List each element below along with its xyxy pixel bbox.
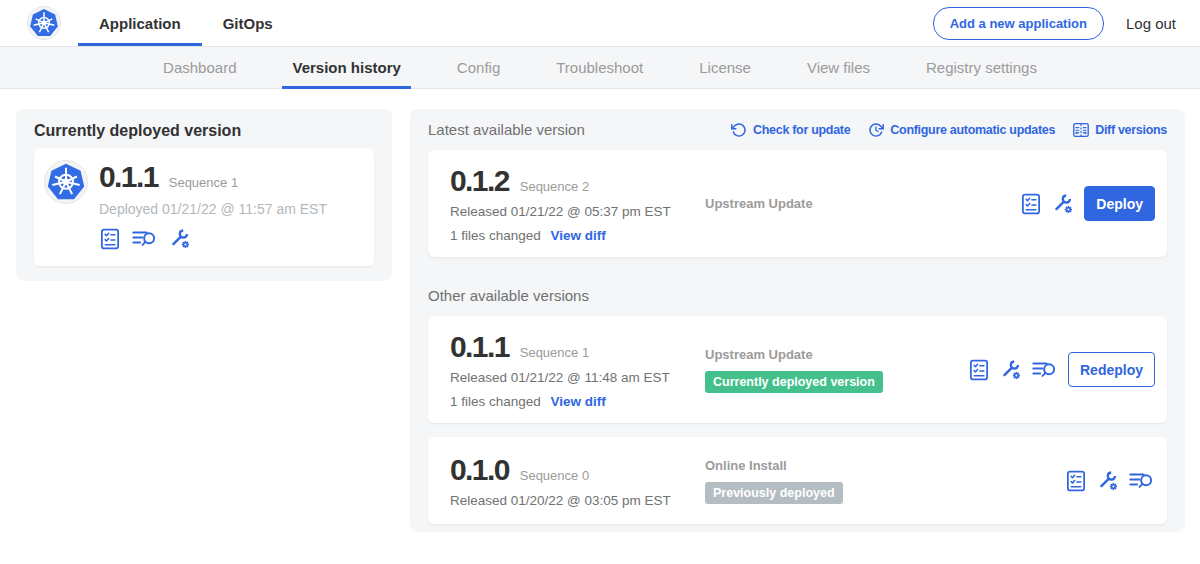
currently-deployed-title: Currently deployed version <box>34 122 374 140</box>
version-source: Upstream Update <box>705 347 968 362</box>
deployed-version-card: 0.1.1 Sequence 1 Deployed 01/21/22 @ 11:… <box>34 148 374 266</box>
sequence-label: Sequence 2 <box>520 180 589 194</box>
previously-deployed-badge: Previously deployed <box>705 482 843 504</box>
version-row-0.1.2: 0.1.2 Sequence 2 Released 01/21/22 @ 05:… <box>428 150 1167 257</box>
diff-versions-label: Diff versions <box>1095 123 1167 137</box>
subnav-license[interactable]: License <box>689 47 761 88</box>
view-logs-icon[interactable] <box>1032 359 1058 381</box>
files-changed: 1 files changed <box>450 228 541 243</box>
released-date: Released 01/21/22 @ 05:37 pm EST <box>450 204 705 219</box>
currently-deployed-badge: Currently deployed version <box>705 371 883 393</box>
add-application-button[interactable]: Add a new application <box>933 7 1104 40</box>
subnav-dashboard[interactable]: Dashboard <box>153 47 246 88</box>
version-row-0.1.1: 0.1.1 Sequence 1 Released 01/21/22 @ 11:… <box>428 316 1167 423</box>
subnav-troubleshoot[interactable]: Troubleshoot <box>546 47 653 88</box>
files-changed: 1 files changed <box>450 394 541 409</box>
preflight-checklist-icon[interactable] <box>1020 193 1042 215</box>
subnav-config[interactable]: Config <box>447 47 510 88</box>
version-number: 0.1.0 <box>450 453 509 486</box>
sequence-label: Sequence 0 <box>520 469 589 483</box>
view-logs-icon[interactable] <box>1129 470 1155 492</box>
view-logs-icon[interactable] <box>132 228 158 250</box>
tab-application[interactable]: Application <box>78 0 202 46</box>
latest-available-title: Latest available version <box>428 121 585 138</box>
version-number: 0.1.2 <box>450 164 509 197</box>
refresh-icon <box>731 122 747 138</box>
subnav-version-history[interactable]: Version history <box>282 47 410 88</box>
edit-config-wrench-icon[interactable] <box>169 228 191 250</box>
check-for-update-link[interactable]: Check for update <box>731 122 850 138</box>
kubernetes-app-icon <box>45 161 87 203</box>
edit-config-wrench-icon[interactable] <box>1000 359 1022 381</box>
version-row-0.1.0: 0.1.0 Sequence 0 Released 01/20/22 @ 03:… <box>428 437 1167 524</box>
kubernetes-logo[interactable] <box>27 6 61 40</box>
logout-button[interactable]: Log out <box>1126 15 1176 32</box>
view-diff-link[interactable]: View diff <box>551 394 606 409</box>
app-subnav: Dashboard Version history Config Trouble… <box>0 46 1200 89</box>
redeploy-button[interactable]: Redeploy <box>1068 352 1155 387</box>
configure-automatic-updates-label: Configure automatic updates <box>890 123 1055 137</box>
diff-icon <box>1073 122 1089 138</box>
check-for-update-label: Check for update <box>753 123 850 137</box>
preflight-checklist-icon[interactable] <box>1065 470 1087 492</box>
released-date: Released 01/21/22 @ 11:48 am EST <box>450 370 705 385</box>
edit-config-wrench-icon[interactable] <box>1052 193 1074 215</box>
tab-gitops-label: GitOps <box>223 15 273 32</box>
preflight-checklist-icon[interactable] <box>968 359 990 381</box>
deploy-button[interactable]: Deploy <box>1084 186 1155 221</box>
preflight-checklist-icon[interactable] <box>99 228 121 250</box>
auto-update-clock-icon <box>868 122 884 138</box>
edit-config-wrench-icon[interactable] <box>1097 470 1119 492</box>
currently-deployed-panel: Currently deployed version 0.1.1 Sequenc… <box>16 109 392 281</box>
tab-application-label: Application <box>99 15 181 32</box>
diff-versions-link[interactable]: Diff versions <box>1073 122 1167 138</box>
deployed-sequence: Sequence 1 <box>169 176 238 190</box>
configure-automatic-updates-link[interactable]: Configure automatic updates <box>868 122 1055 138</box>
other-versions-title: Other available versions <box>428 287 1167 304</box>
kubernetes-logo-icon <box>28 7 60 39</box>
deployed-version-number: 0.1.1 <box>99 160 158 193</box>
version-history-panel: Latest available version Check for updat… <box>410 109 1185 532</box>
view-diff-link[interactable]: View diff <box>551 228 606 243</box>
subnav-view-files[interactable]: View files <box>797 47 880 88</box>
subnav-registry-settings[interactable]: Registry settings <box>916 47 1047 88</box>
version-source: Upstream Update <box>705 196 1020 211</box>
top-navbar: Application GitOps Add a new application… <box>0 0 1200 46</box>
sequence-label: Sequence 1 <box>520 346 589 360</box>
released-date: Released 01/20/22 @ 03:05 pm EST <box>450 493 705 508</box>
app-logo <box>44 160 88 204</box>
version-source: Online Install <box>705 458 1065 473</box>
deployed-date: Deployed 01/21/22 @ 11:57 am EST <box>99 201 327 217</box>
version-number: 0.1.1 <box>450 330 509 363</box>
app-tabs: Application GitOps <box>78 0 294 46</box>
tab-gitops[interactable]: GitOps <box>202 0 294 46</box>
